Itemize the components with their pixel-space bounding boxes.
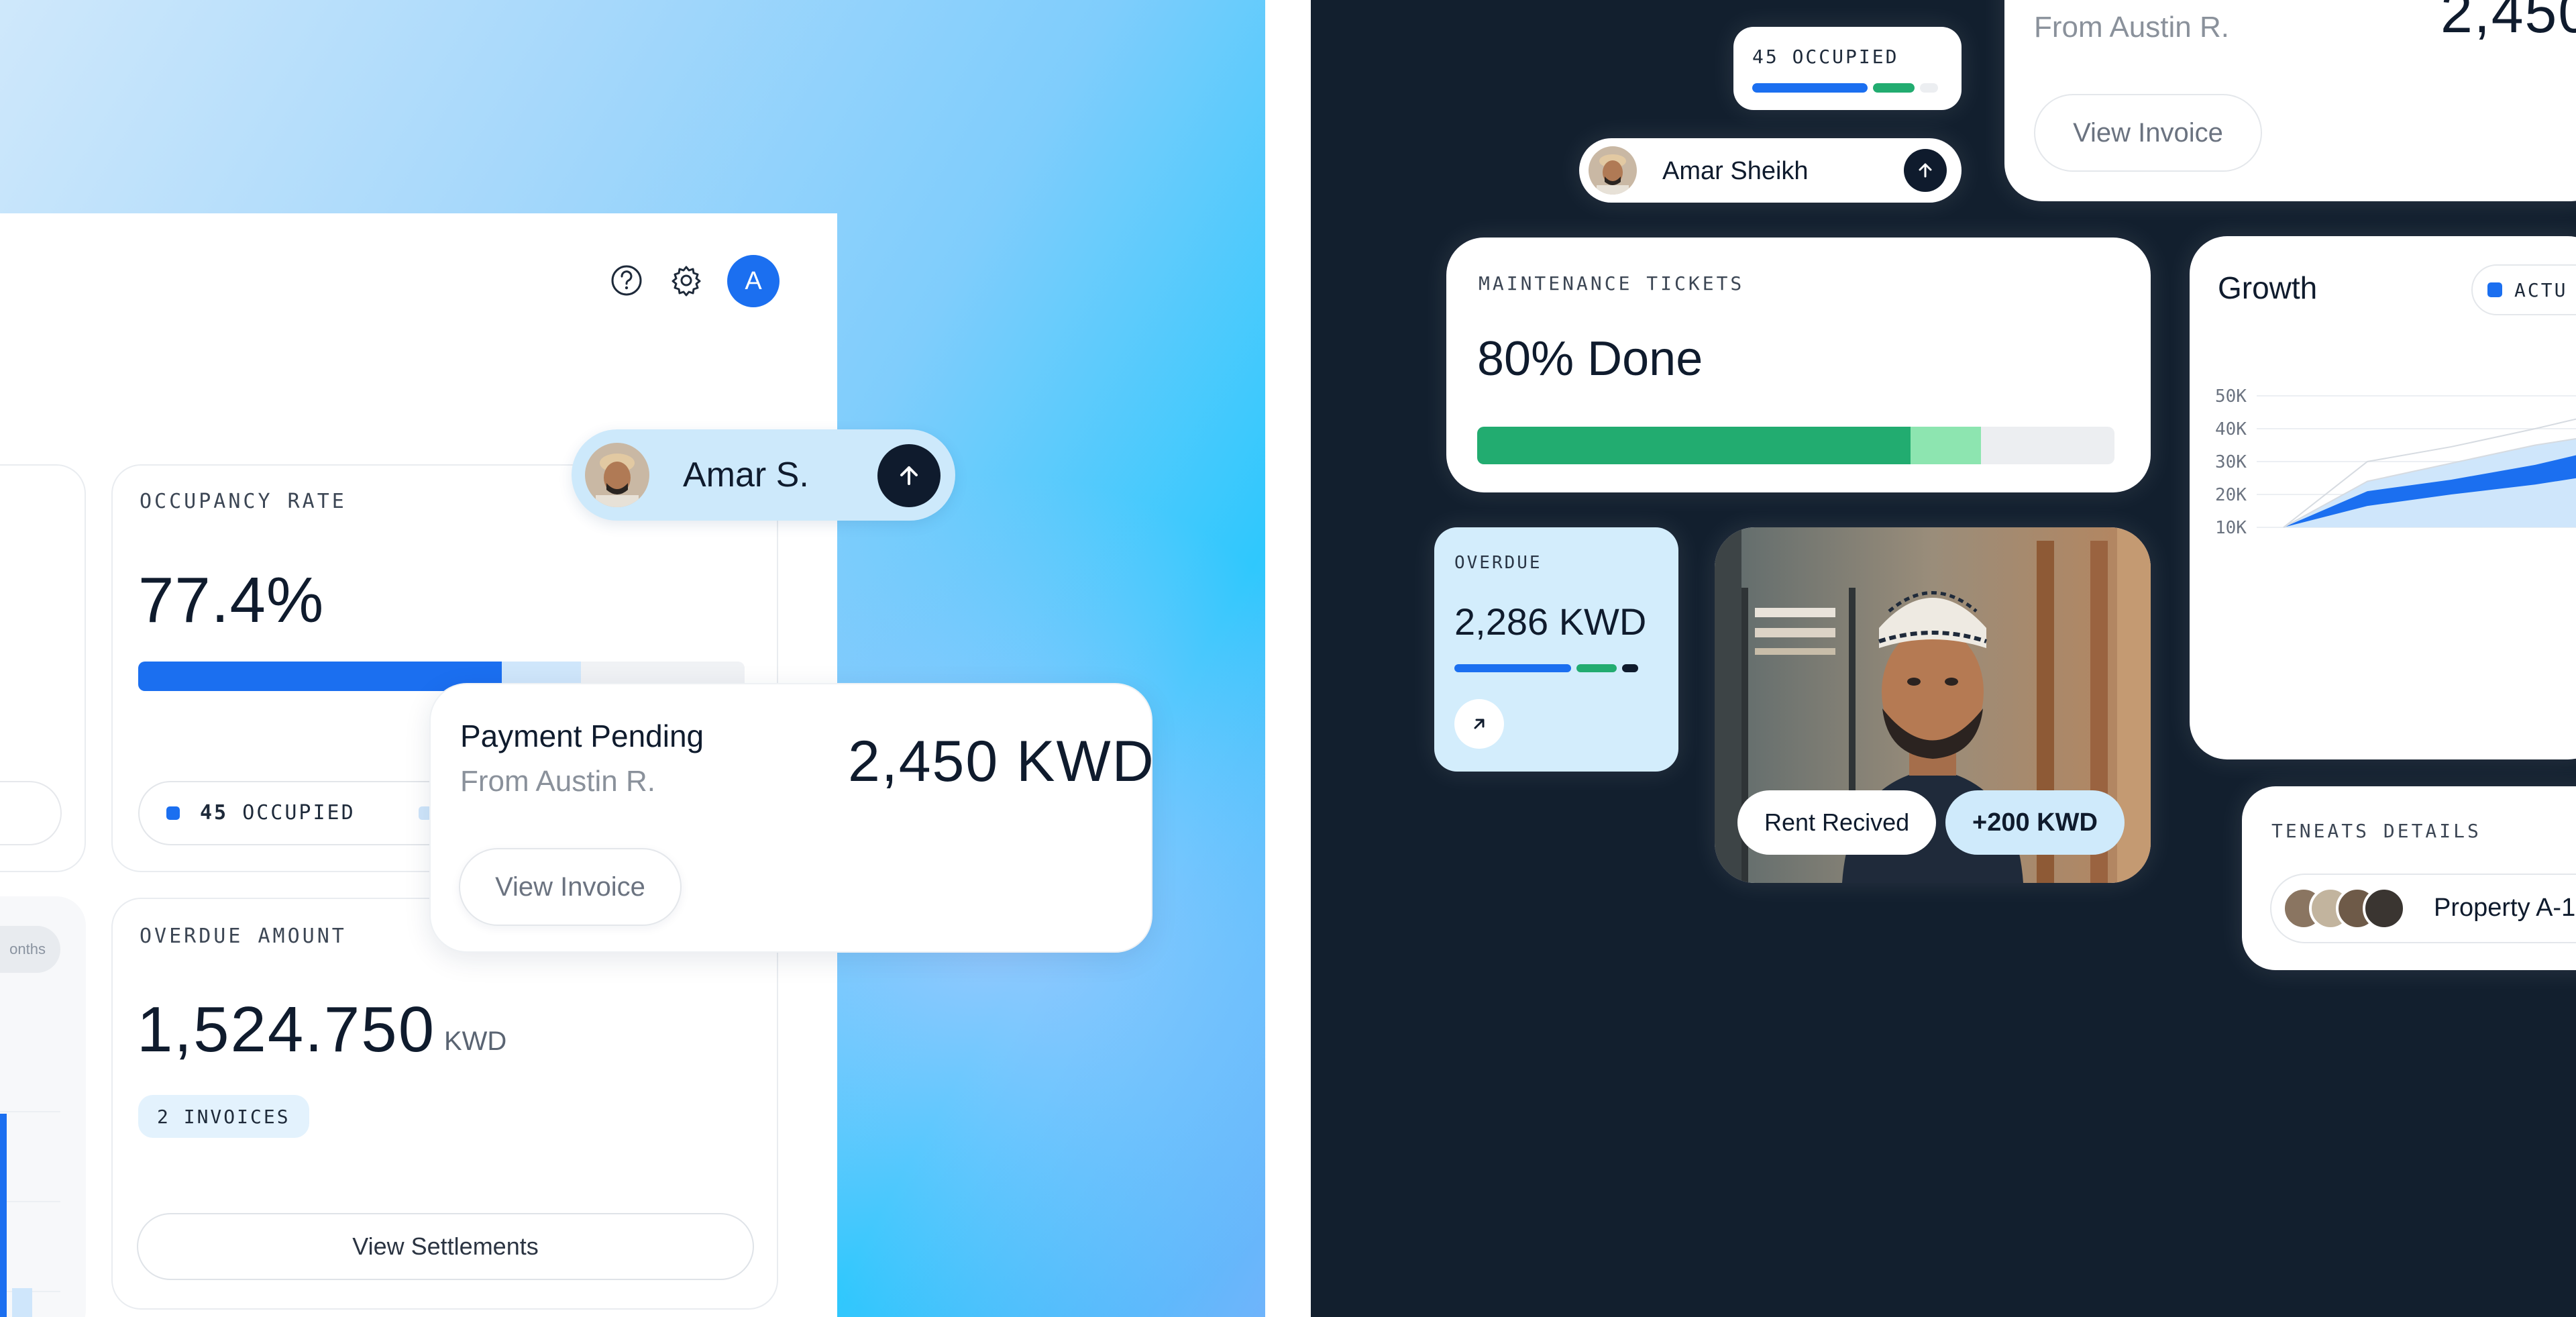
overdue-bar (1454, 664, 1656, 672)
overdue-amount-unit: KWD (444, 1026, 507, 1056)
tenant-photo-card: Rent Recived +200 KWD (1715, 527, 2151, 883)
done-segment (1477, 427, 1911, 464)
maintenance-progress-bar (1477, 427, 2114, 464)
rent-amount-pill: +200 KWD (1945, 790, 2125, 855)
legend-dot-actual (2487, 282, 2502, 297)
user-avatar[interactable]: A (727, 255, 780, 307)
period-selector[interactable]: onths (0, 926, 60, 973)
arrow-up-icon[interactable] (877, 444, 941, 507)
in-progress-segment (1911, 427, 1981, 464)
overdue-label: OVERDUE (1454, 553, 1542, 573)
help-icon[interactable] (609, 263, 644, 298)
chart-bar (12, 1288, 32, 1317)
invoices-badge: 2 INVOICES (138, 1095, 309, 1138)
growth-chart-card: 10K 20K 30K 40K 50K Growth ACTU (2190, 236, 2576, 759)
y-tick-label: 30K (2215, 452, 2247, 472)
legend-occupied-label: OCCUPIED (242, 801, 356, 825)
y-tick-label: 10K (2215, 518, 2247, 538)
bar-segment (1873, 83, 1915, 93)
occupancy-value: 77.4% (138, 564, 325, 636)
user-photo (1589, 146, 1637, 195)
avatar-initial: A (745, 266, 762, 295)
property-name: Property A-1 (2434, 894, 2576, 922)
payment-from: From Austin R. (2034, 11, 2229, 44)
left-panel: A onths OCCUPANCY RATE 77.4% 45 OCCUPIED… (0, 0, 1265, 1317)
tenant-avatar (2363, 887, 2406, 930)
overdue-amount-label: OVERDUE AMOUNT (140, 925, 347, 948)
payment-amount: 2,450 (2440, 0, 2576, 45)
overdue-amount-card: OVERDUE AMOUNT 1,524.750 KWD 2 INVOICES … (111, 898, 778, 1310)
view-invoice-button[interactable]: View Invoice (2034, 94, 2262, 172)
grid-line (0, 1201, 60, 1202)
overdue-amount-value: 1,524.750 (137, 994, 436, 1065)
gear-icon[interactable] (669, 263, 704, 298)
overdue-card: OVERDUE 2,286 KWD (1434, 527, 1678, 772)
arrow-up-icon[interactable] (1904, 149, 1947, 192)
bar-segment (1576, 664, 1617, 672)
payment-title: Payment Pending (460, 719, 704, 753)
payment-amount: 2,450 KWD (848, 729, 1155, 794)
occupancy-label: OCCUPANCY RATE (140, 490, 347, 513)
grid-line (0, 1111, 60, 1112)
occupied-chip-bar (1752, 83, 1939, 93)
chart-title: Growth (2218, 270, 2318, 305)
maintenance-label: MAINTENANCE TICKETS (1479, 272, 1745, 295)
occupied-chip-label: 45 OCCUPIED (1752, 46, 1899, 68)
bar-segment (1919, 83, 1939, 93)
chart-bar (0, 1114, 7, 1317)
overdue-value: 2,286 KWD (1454, 600, 1647, 643)
cropped-pill (0, 781, 62, 845)
rent-received-pill: Rent Recived (1737, 790, 1937, 855)
tenants-label: TENEATS DETAILS (2271, 820, 2481, 842)
occupied-segment (138, 662, 502, 691)
user-chip[interactable]: Amar S. (572, 429, 955, 521)
bar-segment (1622, 664, 1638, 672)
legend-occupied: 45 OCCUPIED (200, 801, 356, 825)
view-settlements-button[interactable]: View Settlements (137, 1213, 754, 1280)
payment-from: From Austin R. (460, 765, 655, 798)
user-name: Amar Sheikh (1662, 157, 1809, 185)
payment-pending-card: From Austin R. 2,450 View Invoice (2004, 0, 2576, 201)
y-tick-label: 40K (2215, 419, 2247, 439)
legend-occupied-count: 45 (200, 801, 229, 825)
maintenance-tickets-card: MAINTENANCE TICKETS 80% Done (1446, 238, 2151, 492)
legend-label-actual: ACTU (2514, 278, 2568, 301)
y-tick-label: 20K (2215, 485, 2247, 505)
payment-pending-card: Payment Pending From Austin R. 2,450 KWD… (429, 683, 1155, 953)
bar-segment (1752, 83, 1868, 93)
period-selector-label: onths (9, 941, 46, 957)
view-invoice-button[interactable]: View Invoice (459, 848, 682, 926)
bar-segment (1454, 664, 1571, 672)
y-tick-label: 50K (2215, 386, 2247, 407)
user-name: Amar S. (683, 456, 809, 494)
property-chip[interactable]: Property A-1 (2270, 874, 2576, 943)
chart-legend: ACTU (2471, 264, 2576, 315)
right-panel: 45 OCCUPIED Amar Sheikh From Austin R. 2… (1311, 0, 2576, 1317)
occupied-chip: 45 OCCUPIED (1733, 27, 1962, 110)
arrow-up-right-icon[interactable] (1454, 699, 1504, 749)
legend-dot-occupied (166, 806, 180, 820)
tenants-details-card: TENEATS DETAILS Property A-1 (2242, 786, 2576, 970)
user-chip[interactable]: Amar Sheikh (1579, 138, 1962, 203)
user-photo (585, 443, 649, 507)
maintenance-value: 80% Done (1477, 332, 1703, 386)
